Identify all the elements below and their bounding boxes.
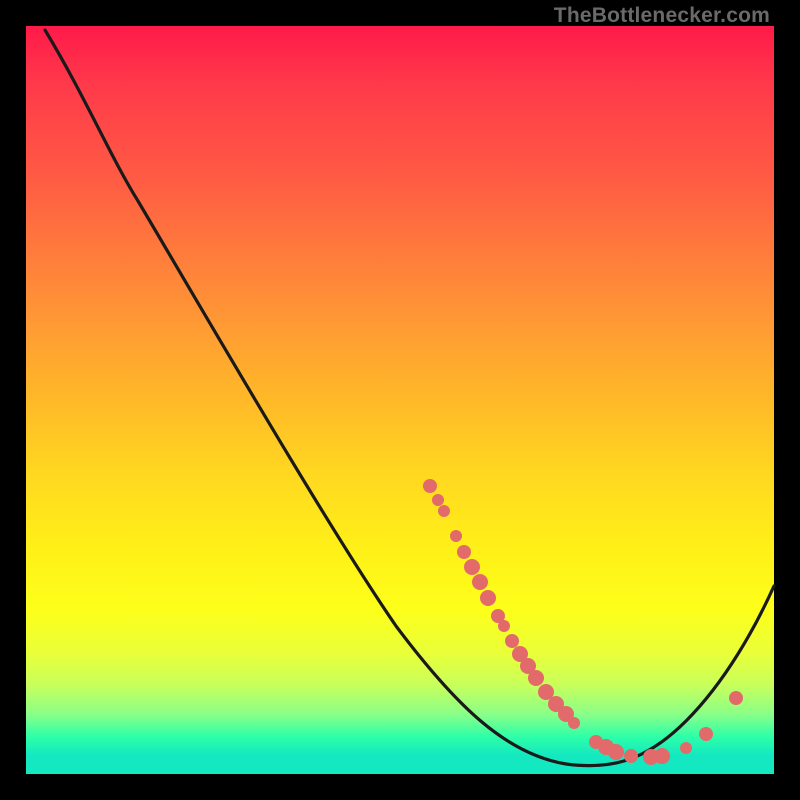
curve-dot bbox=[438, 505, 450, 517]
curve-dot bbox=[450, 530, 462, 542]
curve-dot-group bbox=[423, 479, 743, 765]
curve-dot bbox=[505, 634, 519, 648]
curve-dot bbox=[528, 670, 544, 686]
curve-dot bbox=[457, 545, 471, 559]
curve-dot bbox=[480, 590, 496, 606]
watermark-text: TheBottlenecker.com bbox=[554, 4, 770, 28]
curve-dot bbox=[498, 620, 510, 632]
bottleneck-curve-chart bbox=[26, 26, 774, 774]
curve-dot bbox=[568, 717, 580, 729]
bottleneck-curve bbox=[45, 30, 774, 766]
curve-dot bbox=[654, 748, 670, 764]
curve-dot bbox=[423, 479, 437, 493]
curve-dot bbox=[624, 749, 638, 763]
curve-dot bbox=[680, 742, 692, 754]
curve-dot bbox=[472, 574, 488, 590]
curve-dot bbox=[464, 559, 480, 575]
curve-dot bbox=[608, 744, 624, 760]
curve-dot bbox=[699, 727, 713, 741]
curve-dot bbox=[729, 691, 743, 705]
plot-area bbox=[26, 26, 774, 774]
curve-dot bbox=[432, 494, 444, 506]
